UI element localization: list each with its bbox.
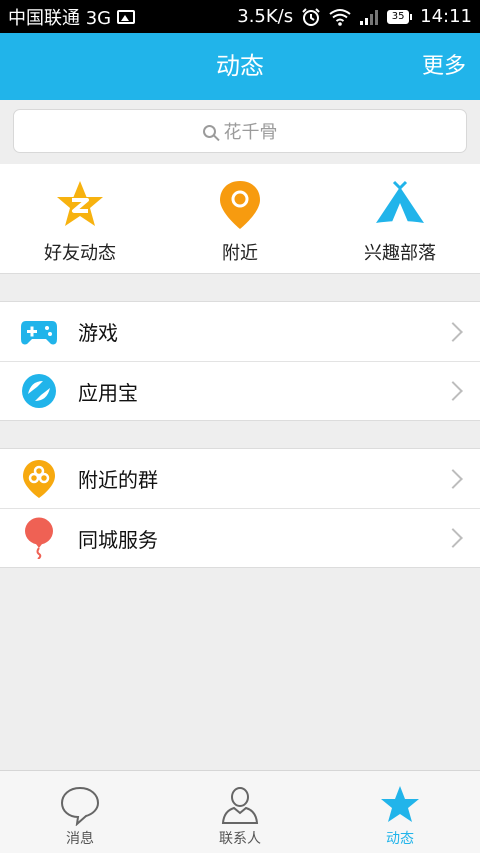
battery-level: 35 (387, 9, 410, 24)
chevron-right-icon (443, 528, 463, 548)
status-bar: 中国联通 3G 3.5K/s 35 14:11 (0, 0, 480, 33)
list-item-label: 应用宝 (78, 380, 138, 405)
chevron-right-icon (443, 321, 463, 342)
tab-contacts[interactable]: 联系人 (160, 771, 320, 853)
carrier-label: 中国联通 3G (8, 7, 112, 29)
quick-item-label: 好友动态 (44, 243, 116, 264)
nearby-group-icon (23, 459, 55, 498)
search-input[interactable]: 花千骨 (13, 109, 467, 153)
tent-icon (376, 180, 424, 223)
wifi-icon (329, 8, 351, 26)
quick-item-nearby[interactable]: 附近 (160, 164, 320, 273)
app-store-icon (22, 374, 56, 408)
chevron-right-icon (443, 468, 463, 489)
gamepad-icon (21, 320, 57, 344)
network-speed: 3.5K/s (237, 6, 294, 27)
chat-bubble-icon (60, 786, 100, 826)
list-item-games[interactable]: 游戏 (0, 302, 480, 361)
more-button[interactable]: 更多 (422, 33, 466, 100)
image-notification-icon (117, 9, 136, 24)
qzone-star-icon (57, 181, 103, 226)
tab-messages[interactable]: 消息 (0, 771, 160, 853)
list-item-label: 附近的群 (78, 468, 158, 492)
balloon-icon (25, 517, 53, 559)
list-item-label: 游戏 (78, 321, 118, 345)
tab-label: 消息 (66, 831, 94, 847)
quick-entries: 好友动态 附近 兴趣部落 (0, 164, 480, 274)
tab-feed[interactable]: 动态 (320, 771, 480, 853)
search-placeholder: 花千骨 (223, 122, 278, 143)
clock: 14:11 (420, 6, 472, 27)
contact-person-icon (221, 787, 259, 824)
tab-label: 动态 (386, 831, 414, 847)
quick-item-friend-feed[interactable]: 好友动态 (0, 164, 160, 273)
title-bar: 动态 更多 (0, 33, 480, 100)
list-group-local: 附近的群 同城服务 (0, 448, 480, 568)
star-icon (381, 786, 419, 822)
search-icon (202, 124, 216, 138)
page-title: 动态 (216, 52, 264, 80)
alarm-icon (302, 7, 320, 26)
quick-item-label: 附近 (222, 243, 258, 264)
quick-item-label: 兴趣部落 (364, 243, 436, 264)
list-item-label: 同城服务 (78, 527, 158, 552)
list-item-nearby-groups[interactable]: 附近的群 (0, 449, 480, 508)
chevron-right-icon (443, 381, 463, 401)
list-item-city-services[interactable]: 同城服务 (0, 508, 480, 567)
battery-icon: 35 (387, 9, 413, 24)
quick-item-interest-tribe[interactable]: 兴趣部落 (320, 164, 480, 273)
list-item-app-store[interactable]: 应用宝 (0, 361, 480, 420)
bottom-tab-bar: 消息 联系人 动态 (0, 770, 480, 853)
signal-icon (360, 9, 379, 25)
search-area: 花千骨 (0, 100, 480, 164)
tab-label: 联系人 (219, 831, 261, 847)
location-pin-icon (220, 181, 260, 229)
list-group-apps: 游戏 应用宝 (0, 301, 480, 421)
